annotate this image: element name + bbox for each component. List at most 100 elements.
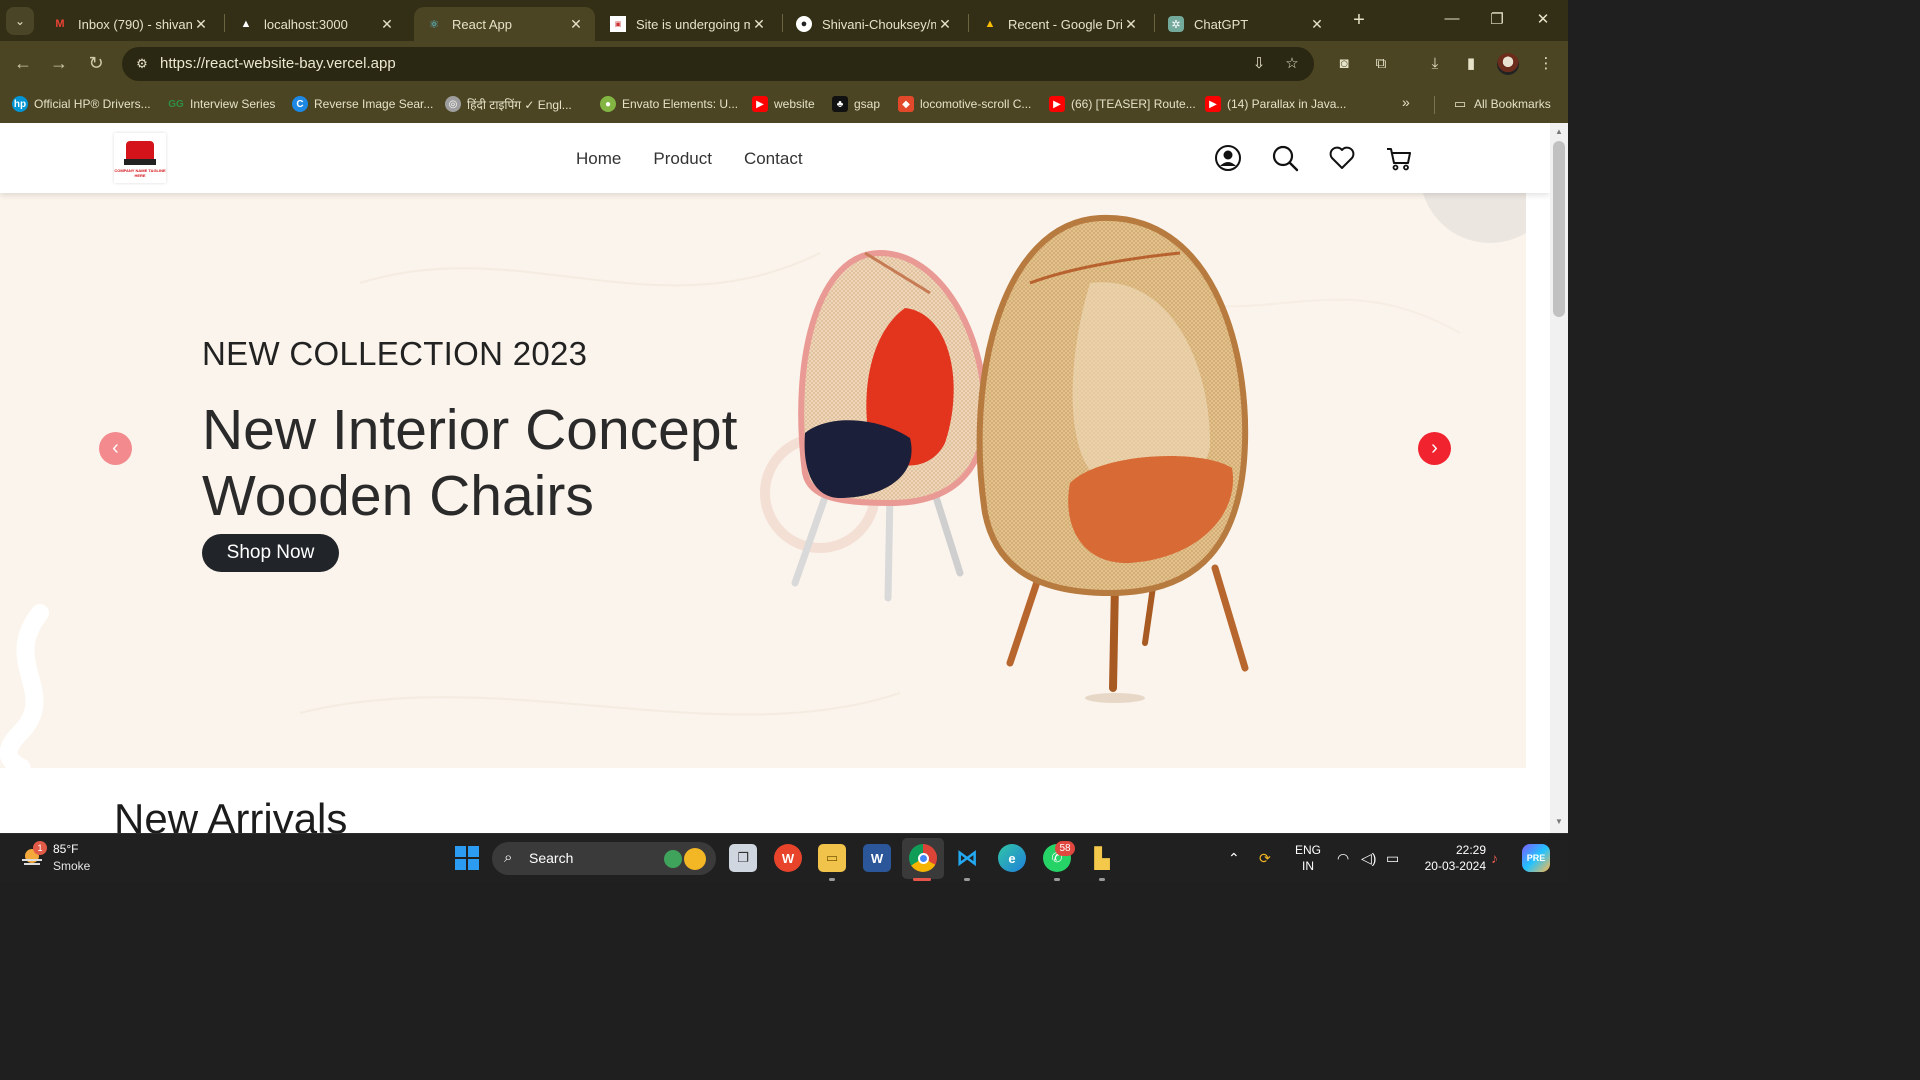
cart-icon[interactable] [1385, 144, 1413, 172]
tab-google-drive[interactable]: ▲ Recent - Google Driv ✕ [970, 7, 1150, 41]
url-text[interactable]: https://react-website-bay.vercel.app [160, 55, 396, 72]
copilot-icon[interactable]: PRE [1522, 844, 1550, 872]
close-icon[interactable]: ✕ [1122, 16, 1140, 33]
search-icon[interactable] [1271, 144, 1299, 172]
bookmarks-bar: hp Official HP® Drivers... GG Interview … [0, 86, 1568, 123]
windows-taskbar: 1 85°F Smoke ⌕ Search ❐ W ▭ W ⋈ e ✆ 58 ▙… [0, 833, 1568, 882]
task-view-icon[interactable]: ❐ [729, 844, 757, 872]
profile-avatar[interactable] [1497, 53, 1519, 75]
hp-icon: hp [12, 96, 28, 112]
file-explorer-icon[interactable]: ▭ [818, 844, 846, 872]
tab-search-button[interactable]: ⌄ [6, 7, 34, 35]
window-close-icon[interactable]: ✕ [1533, 10, 1553, 28]
bookmark-teaser-route[interactable]: ▶ (66) [TEASER] Route... [1049, 95, 1196, 113]
clock-time[interactable]: 22:29 [1414, 843, 1486, 857]
close-icon[interactable]: ✕ [567, 16, 585, 33]
company-logo[interactable]: COMPANY NAME TAGLINE HERE [114, 133, 166, 183]
running-indicator [829, 878, 835, 881]
nav-home[interactable]: Home [576, 149, 621, 169]
extensions-icon[interactable]: ⧉ [1370, 53, 1392, 75]
tab-localhost[interactable]: ▲ localhost:3000 ✕ [226, 7, 406, 41]
downloads-icon[interactable]: ⤓ [1424, 53, 1446, 75]
address-bar[interactable]: ⚙ https://react-website-bay.vercel.app ⇩… [122, 47, 1314, 81]
tab-site-maintenance[interactable]: ▣ Site is undergoing m ✕ [598, 7, 778, 41]
wps-office-icon[interactable]: W [774, 844, 802, 872]
carousel-next-button[interactable]: › [1418, 432, 1451, 465]
bookmark-gsap[interactable]: ♣ gsap [832, 95, 880, 113]
bookmark-label: website [774, 97, 815, 111]
microsoft-word-icon[interactable]: W [863, 844, 891, 872]
region-indicator[interactable]: IN [1292, 859, 1324, 873]
hero-carousel: NEW COLLECTION 2023 New Interior Concept… [0, 193, 1526, 768]
tab-github[interactable]: ● Shivani-Chouksey/m ✕ [784, 7, 964, 41]
clock-date[interactable]: 20-03-2024 [1414, 859, 1486, 873]
nav-product[interactable]: Product [653, 149, 712, 169]
screen-capture-icon[interactable]: ◙ [1333, 53, 1355, 75]
bookmark-hp-drivers[interactable]: hp Official HP® Drivers... [12, 95, 151, 113]
close-icon[interactable]: ✕ [378, 16, 396, 33]
bookmarks-overflow-icon[interactable]: » [1402, 94, 1410, 110]
scroll-thumb[interactable] [1553, 141, 1565, 317]
shop-now-button[interactable]: Shop Now [202, 534, 339, 572]
more-menu-icon[interactable]: ⋮ [1535, 53, 1557, 75]
scroll-up-icon[interactable]: ▲ [1550, 127, 1568, 136]
github-icon: ● [796, 16, 812, 32]
logo-text: COMPANY NAME TAGLINE HERE [114, 168, 166, 178]
page-scrollbar[interactable]: ▲ ▼ [1550, 123, 1568, 833]
tab-title: Shivani-Chouksey/m [822, 16, 936, 32]
weather-temperature[interactable]: 85°F [53, 842, 78, 856]
chrome-icon[interactable] [909, 844, 937, 872]
sticky-notes-icon[interactable]: ▙ [1088, 844, 1116, 872]
weather-description[interactable]: Smoke [53, 859, 90, 873]
bookmark-interview-series[interactable]: GG Interview Series [168, 95, 275, 113]
battery-icon[interactable]: ▭ [1386, 850, 1399, 867]
chevron-up-icon[interactable]: ⌃ [1228, 850, 1240, 867]
search-icon: ⌕ [504, 849, 513, 866]
bookmark-star-icon[interactable]: ☆ [1282, 54, 1302, 74]
scroll-down-icon[interactable]: ▼ [1550, 817, 1568, 826]
tab-title: React App [452, 16, 512, 32]
close-icon[interactable]: ✕ [192, 16, 210, 33]
bookmark-reverse-image[interactable]: C Reverse Image Sear... [292, 95, 433, 113]
tab-gmail[interactable]: M Inbox (790) - shivanic ✕ [40, 7, 220, 41]
minimize-icon[interactable]: — [1442, 10, 1462, 27]
volume-icon[interactable]: ◁) [1361, 850, 1376, 867]
new-tab-button[interactable]: + [1348, 9, 1370, 31]
taskbar-search-label: Search [529, 850, 574, 866]
nav-contact[interactable]: Contact [744, 149, 803, 169]
bookmark-envato[interactable]: ● Envato Elements: U... [600, 95, 738, 113]
bookmark-locomotive-scroll[interactable]: ◆ locomotive-scroll C... [898, 95, 1031, 113]
back-arrow-icon[interactable]: ← [12, 52, 34, 74]
notification-bell-icon[interactable]: ♪ [1491, 850, 1498, 866]
forward-arrow-icon[interactable]: → [48, 52, 70, 74]
all-bookmarks-button[interactable]: ▭ All Bookmarks [1452, 95, 1551, 113]
bookmark-website[interactable]: ▶ website [752, 95, 815, 113]
install-app-icon[interactable]: ⇩ [1249, 54, 1269, 74]
tab-chatgpt[interactable]: ✲ ChatGPT ✕ [1156, 7, 1336, 41]
taskbar-search[interactable]: ⌕ Search [492, 842, 716, 875]
carousel-prev-button[interactable]: ‹ [99, 432, 132, 465]
site-info-icon[interactable]: ⚙ [132, 54, 152, 74]
tab-divider [782, 14, 783, 32]
bookmark-hindi-typing[interactable]: ◎ हिंदी टाइपिंग ✓ Engl... [445, 95, 572, 113]
close-icon[interactable]: ✕ [936, 16, 954, 33]
tab-react-app[interactable]: ⚛ React App ✕ [414, 7, 595, 41]
wifi-icon[interactable]: ◠ [1337, 850, 1349, 867]
close-icon[interactable]: ✕ [750, 16, 768, 33]
vscode-icon[interactable]: ⋈ [953, 844, 981, 872]
reload-icon[interactable]: ↻ [85, 52, 107, 74]
tab-title: ChatGPT [1194, 16, 1249, 32]
reverse-image-icon: C [292, 96, 308, 112]
user-account-icon[interactable] [1214, 144, 1242, 172]
edge-icon[interactable]: e [998, 844, 1026, 872]
side-panel-icon[interactable]: ▮ [1460, 53, 1482, 75]
bookmark-parallax[interactable]: ▶ (14) Parallax in Java... [1205, 95, 1346, 113]
sync-icon[interactable]: ⟳ [1259, 850, 1271, 867]
language-indicator[interactable]: ENG [1292, 843, 1324, 857]
windows-start-icon[interactable] [455, 846, 479, 870]
active-indicator [913, 878, 931, 881]
wishlist-heart-icon[interactable] [1328, 144, 1356, 172]
close-icon[interactable]: ✕ [1308, 16, 1326, 33]
running-indicator [1099, 878, 1105, 881]
restore-icon[interactable]: ❐ [1487, 10, 1507, 28]
